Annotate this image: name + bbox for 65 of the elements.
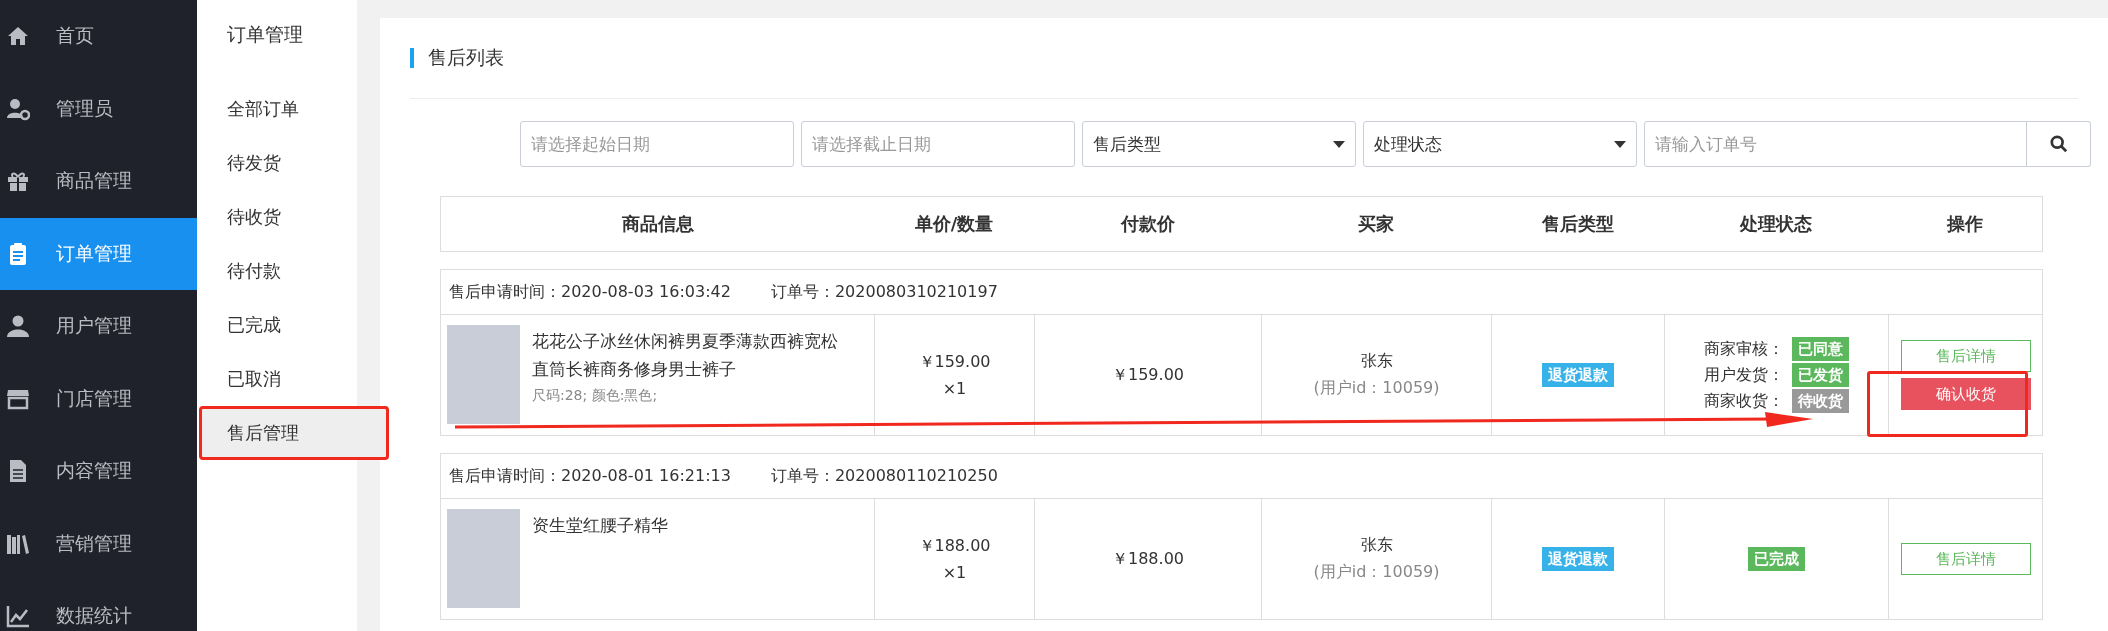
caret-icon bbox=[1333, 140, 1345, 148]
column-header: 操作 bbox=[1947, 213, 1983, 234]
sidebar-item[interactable]: 首页 bbox=[0, 0, 197, 73]
order-number: 订单号：2020080110210250 bbox=[770, 465, 998, 487]
buyer-name: 张东 bbox=[1360, 535, 1393, 556]
submenu-item[interactable]: 待发货 bbox=[197, 136, 357, 190]
paid-price: ￥188.00 bbox=[1112, 548, 1184, 570]
submenu-item[interactable]: 售后管理 bbox=[199, 406, 389, 460]
submenu-item[interactable]: 全部订单 bbox=[197, 82, 357, 136]
gift-icon bbox=[6, 169, 30, 194]
submenu-item[interactable]: 待收货 bbox=[197, 190, 357, 244]
title-bar-icon bbox=[410, 48, 414, 68]
status-select[interactable]: 处理状态 bbox=[1363, 121, 1637, 167]
column-header: 商品信息 bbox=[621, 213, 694, 234]
column-header: 售后类型 bbox=[1541, 213, 1614, 234]
confirm-button[interactable]: 确认收货 bbox=[1900, 378, 2031, 410]
chart-icon bbox=[6, 604, 30, 629]
submenu-item[interactable]: 已完成 bbox=[197, 298, 357, 352]
sidebar-item[interactable]: 营销管理 bbox=[0, 507, 197, 580]
type-tag: 退货退款 bbox=[1542, 547, 1614, 571]
column-header: 付款价 bbox=[1120, 213, 1175, 234]
product-name: 花花公子冰丝休闲裤男夏季薄款西裤宽松直筒长裤商务修身男士裤子 bbox=[532, 330, 839, 381]
status-tag: 已同意 bbox=[1792, 337, 1849, 361]
column-header: 买家 bbox=[1358, 213, 1394, 234]
submenu-item[interactable]: 待付款 bbox=[197, 244, 357, 298]
status-tag: 已发货 bbox=[1792, 363, 1849, 387]
buyer-id: (用户id：10059) bbox=[1313, 562, 1440, 583]
sidebar-item[interactable]: 用户管理 bbox=[0, 290, 197, 363]
submenu-title: 订单管理 bbox=[226, 22, 304, 47]
status-label: 商家收货： bbox=[1704, 390, 1784, 412]
product-spec: 尺码:28; 颜色:黑色; bbox=[532, 387, 659, 405]
status-tag: 已完成 bbox=[1748, 547, 1805, 571]
sidebar-item[interactable]: 管理员 bbox=[0, 72, 197, 145]
status-label: 商家审核： bbox=[1704, 338, 1784, 360]
order-search-field[interactable]: 请输入订单号 bbox=[1644, 121, 2027, 167]
apply-time: 售后申请时间：2020-08-01 16:21:13 bbox=[449, 465, 731, 487]
user-icon bbox=[6, 314, 30, 339]
sidebar-item[interactable]: 商品管理 bbox=[0, 145, 197, 218]
status-label: 用户发货： bbox=[1704, 364, 1784, 386]
order-number: 订单号：2020080310210197 bbox=[770, 281, 998, 303]
column-header: 单价/数量 bbox=[914, 213, 994, 234]
sidebar-item[interactable]: 内容管理 bbox=[0, 435, 197, 508]
type-tag: 退货退款 bbox=[1542, 363, 1614, 387]
end-date-field[interactable]: 请选择截止日期 bbox=[801, 121, 1075, 167]
unit-price: ￥159.00 bbox=[918, 352, 991, 373]
buyer-id: (用户id：10059) bbox=[1313, 378, 1440, 399]
quantity: ×1 bbox=[942, 379, 967, 398]
paid-price: ￥159.00 bbox=[1112, 364, 1184, 386]
apply-time: 售后申请时间：2020-08-03 16:03:42 bbox=[449, 281, 731, 303]
column-header: 处理状态 bbox=[1740, 213, 1812, 234]
product-name: 资生堂红腰子精华 bbox=[532, 514, 669, 537]
search-button[interactable] bbox=[2027, 121, 2091, 167]
start-date-field[interactable]: 请选择起始日期 bbox=[520, 121, 794, 167]
buyer-name: 张东 bbox=[1360, 351, 1393, 372]
sidebar-item[interactable]: 门店管理 bbox=[0, 362, 197, 435]
submenu-item[interactable]: 已取消 bbox=[197, 352, 357, 406]
admin-icon bbox=[6, 96, 30, 121]
sidebar-item[interactable]: 数据统计 bbox=[0, 580, 197, 631]
caret-icon bbox=[1614, 140, 1626, 148]
quantity: ×1 bbox=[942, 563, 967, 582]
status-tag: 待收货 bbox=[1792, 389, 1849, 413]
search-icon bbox=[2049, 135, 2068, 153]
unit-price: ￥188.00 bbox=[918, 536, 991, 557]
type-select[interactable]: 售后类型 bbox=[1082, 121, 1356, 167]
page-title: 售后列表 bbox=[428, 45, 504, 70]
